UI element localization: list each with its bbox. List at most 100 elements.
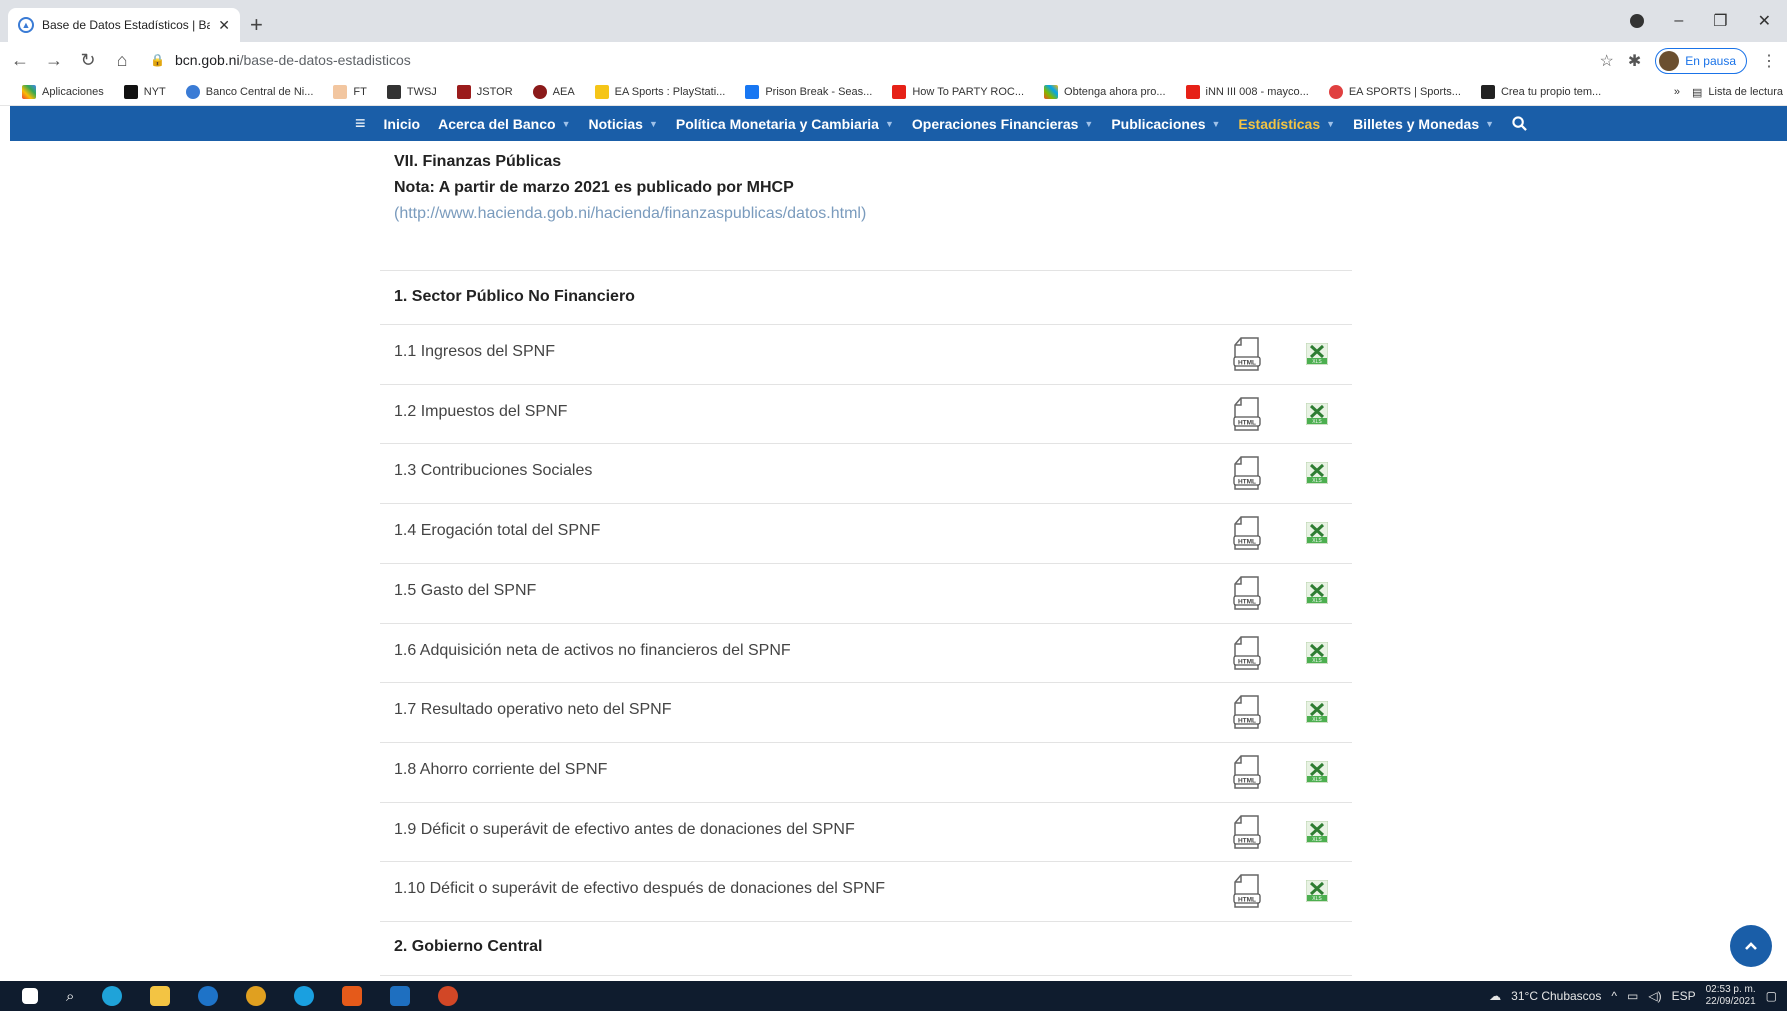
network-icon[interactable]: ▭ [1627, 989, 1638, 1003]
svg-text:XLS: XLS [1312, 598, 1322, 604]
office-icon[interactable] [342, 986, 363, 1006]
list-item-label: 1.10 Déficit o superávit de efectivo des… [394, 880, 885, 898]
extensions-icon[interactable]: ✱ [1628, 51, 1641, 71]
svg-text:XLS: XLS [1312, 538, 1322, 544]
xls-file-icon[interactable]: XLS [1305, 879, 1329, 903]
xls-file-icon[interactable]: XLS [1305, 641, 1329, 664]
bookmark-item[interactable]: EA SPORTS | Sports... [1328, 84, 1461, 99]
tray-chevron-icon[interactable]: ^ [1611, 989, 1617, 1003]
edge-icon[interactable] [102, 986, 123, 1006]
hacienda-link[interactable]: (http://www.hacienda.gob.ni/hacienda/fin… [394, 205, 866, 223]
svg-text:HTML: HTML [1238, 598, 1256, 605]
xls-file-icon[interactable]: XLS [1305, 521, 1329, 545]
back-button[interactable]: ← [6, 50, 34, 71]
ea-sports-icon [1328, 84, 1343, 99]
nav-item-inicio[interactable]: Inicio [384, 116, 421, 132]
language-indicator[interactable]: ESP [1672, 989, 1696, 1003]
bookmark-item[interactable]: Obtenga ahora pro... [1044, 84, 1166, 99]
minimize-button[interactable]: – [1674, 12, 1683, 30]
system-tray: ☁ 31°C Chubascos ^ ▭ ◁) ESP 02:53 p. m. … [1489, 981, 1777, 1011]
bookmark-item[interactable]: Crea tu propio tem... [1480, 84, 1601, 99]
bookmark-item[interactable]: NYT [123, 84, 166, 99]
media-control-icon[interactable] [1630, 14, 1645, 28]
reading-list-button[interactable]: ▤ Lista de lectura [1692, 86, 1783, 99]
xls-file-icon[interactable]: XLS [1305, 820, 1329, 844]
bookmark-apps[interactable]: Aplicaciones [22, 84, 104, 99]
profile-button[interactable]: En pausa [1655, 48, 1747, 74]
bookmark-item[interactable]: FT [333, 84, 367, 99]
xls-file-icon[interactable]: XLS [1305, 760, 1329, 784]
nav-item-estadisticas[interactable]: Estadísticas ▼ [1238, 116, 1335, 132]
bookmark-item[interactable]: Prison Break - Seas... [745, 84, 872, 99]
list-item-label: 1.2 Impuestos del SPNF [394, 402, 568, 420]
html-file-icon[interactable]: HTML [1232, 337, 1262, 371]
weather-text[interactable]: 31°C Chubascos [1511, 989, 1601, 1003]
bookmark-item[interactable]: iNN III 008 - mayco... [1185, 84, 1309, 99]
list-item: 1.6 Adquisición neta de activos no finan… [380, 622, 1352, 683]
close-tab-icon[interactable]: ✕ [218, 17, 230, 34]
search-icon[interactable] [1512, 116, 1527, 131]
nav-item-politica[interactable]: Política Monetaria y Cambiaria ▼ [676, 116, 894, 132]
powerpoint-icon[interactable] [438, 986, 459, 1006]
clock[interactable]: 02:53 p. m. 22/09/2021 [1706, 984, 1756, 1008]
html-file-icon[interactable]: HTML [1232, 695, 1262, 729]
bookmark-item[interactable]: How To PARTY ROC... [892, 84, 1024, 99]
html-file-icon[interactable]: HTML [1232, 456, 1262, 491]
html-file-icon[interactable]: HTML [1232, 576, 1262, 610]
html-file-icon[interactable]: HTML [1232, 874, 1262, 909]
settings-app-icon[interactable] [294, 986, 315, 1006]
scroll-to-top-button[interactable] [1730, 925, 1772, 967]
bookmark-item[interactable]: AEA [532, 84, 575, 99]
volume-icon[interactable]: ◁) [1648, 989, 1661, 1003]
xls-file-icon[interactable]: XLS [1305, 461, 1329, 485]
menu-kebab-icon[interactable]: ⋮ [1761, 51, 1777, 71]
url-field[interactable]: 🔒 bcn.gob.ni/base-de-datos-estadisticos [150, 52, 411, 68]
nav-item-noticias[interactable]: Noticias ▼ [589, 116, 658, 132]
bookmark-item[interactable]: TWSJ [386, 84, 437, 99]
close-window-button[interactable]: ✕ [1758, 11, 1771, 31]
bookmark-item[interactable]: JSTOR [456, 84, 513, 99]
nav-item-acerca[interactable]: Acerca del Banco ▼ [438, 116, 570, 132]
list-item-label: 1.7 Resultado operativo neto del SPNF [394, 701, 672, 719]
xls-file-icon[interactable]: XLS [1305, 700, 1329, 724]
outlook-icon[interactable] [390, 986, 411, 1006]
more-bookmarks-button[interactable]: » [1674, 86, 1680, 98]
home-button[interactable]: ⌂ [108, 50, 136, 71]
internet-explorer-icon[interactable] [198, 986, 219, 1006]
clock-date: 22/09/2021 [1705, 996, 1756, 1007]
nav-item-publicaciones[interactable]: Publicaciones ▼ [1111, 116, 1220, 132]
wsj-icon [386, 84, 401, 99]
bookmark-item[interactable]: Banco Central de Ni... [185, 84, 313, 99]
windows-start-icon[interactable] [22, 988, 38, 1004]
chrome-icon[interactable] [246, 986, 267, 1006]
xls-file-icon[interactable]: XLS [1305, 581, 1329, 605]
hamburger-menu-icon[interactable]: ≡ [355, 113, 366, 134]
browser-tab[interactable]: ▲ Base de Datos Estadísticos | Banc ✕ [8, 8, 240, 42]
html-file-icon[interactable]: HTML [1232, 755, 1262, 789]
nav-item-billetes[interactable]: Billetes y Monedas ▼ [1353, 116, 1494, 132]
divider [380, 270, 1352, 271]
bookmark-item[interactable]: EA Sports : PlayStati... [594, 84, 725, 99]
list-item: 1.1 Ingresos del SPNF HTML XLS [380, 324, 1352, 384]
site-navigation: ≡ Inicio Acerca del Banco ▼ Noticias ▼ Pol… [10, 106, 1787, 141]
new-tab-button[interactable]: + [250, 12, 263, 38]
list-item: 1.7 Resultado operativo neto del SPNF HTM… [380, 682, 1352, 742]
list-item: 1.2 Impuestos del SPNF HTML XLS [380, 383, 1352, 444]
search-icon[interactable]: ⌕ [66, 988, 74, 1005]
nyt-icon [123, 84, 138, 99]
bookmark-star-icon[interactable]: ☆ [1600, 51, 1614, 71]
html-file-icon[interactable]: HTML [1232, 516, 1262, 550]
notifications-icon[interactable]: ▢ [1766, 989, 1777, 1003]
svg-text:HTML: HTML [1238, 777, 1256, 784]
html-file-icon[interactable]: HTML [1232, 814, 1262, 849]
nav-item-operaciones[interactable]: Operaciones Financieras ▼ [912, 116, 1093, 132]
forward-button[interactable]: → [40, 50, 68, 71]
xls-file-icon[interactable]: XLS [1305, 402, 1329, 426]
file-explorer-icon[interactable] [150, 986, 171, 1006]
html-file-icon[interactable]: HTML [1232, 635, 1262, 670]
reload-button[interactable]: ↻ [74, 50, 102, 71]
xls-file-icon[interactable]: XLS [1305, 342, 1329, 366]
restore-button[interactable]: ❐ [1713, 11, 1727, 31]
youtube-icon [892, 84, 907, 99]
html-file-icon[interactable]: HTML [1232, 396, 1262, 431]
